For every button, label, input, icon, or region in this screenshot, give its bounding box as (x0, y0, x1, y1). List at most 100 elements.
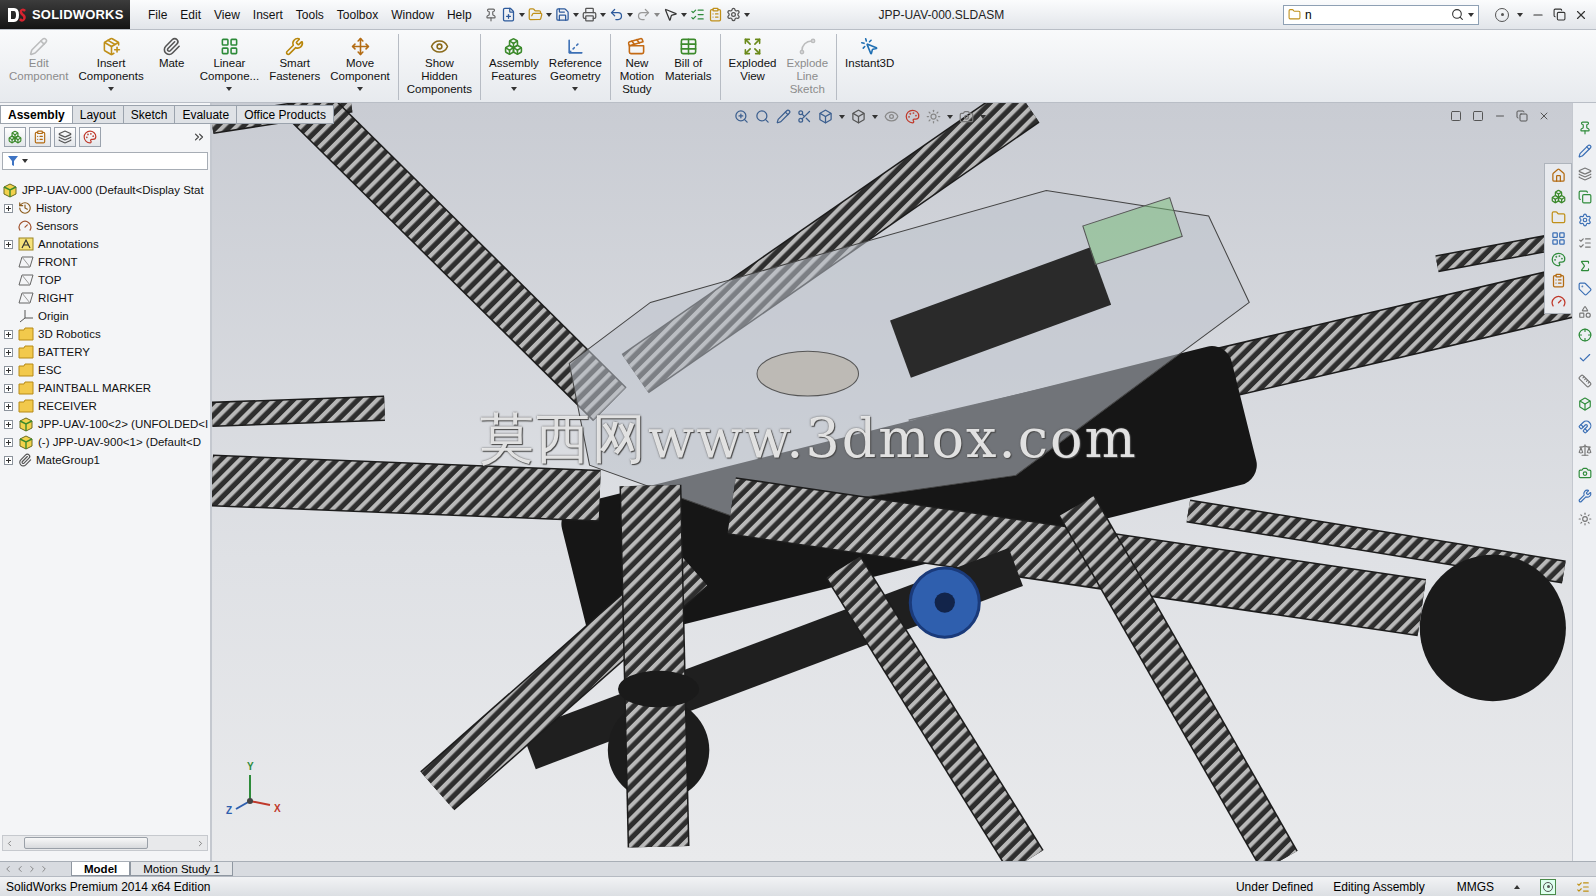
command-tab[interactable]: Evaluate (174, 105, 237, 124)
expand-toggle[interactable] (4, 366, 13, 375)
expand-toggle[interactable] (4, 330, 13, 339)
tree-item[interactable]: PAINTBALL MARKER (0, 379, 210, 397)
print-icon[interactable] (582, 7, 597, 22)
expand-toggle[interactable] (4, 402, 13, 411)
filter-icon[interactable] (7, 155, 19, 167)
side-tool-icon[interactable] (1578, 144, 1592, 158)
side-tool-icon[interactable] (1578, 466, 1592, 480)
resources-icon[interactable] (1551, 168, 1566, 183)
menu-item[interactable]: Insert (247, 5, 289, 25)
last-tab-icon[interactable] (39, 864, 49, 874)
side-tool-icon[interactable] (1578, 167, 1592, 181)
appearances-icon[interactable] (1551, 252, 1566, 267)
menu-item[interactable]: File (142, 5, 173, 25)
units-caret[interactable] (1514, 885, 1520, 889)
side-tool-icon[interactable] (1578, 328, 1592, 342)
command-tab[interactable]: Layout (72, 105, 124, 124)
display-style-icon[interactable] (851, 109, 866, 124)
side-tool-icon[interactable] (1578, 121, 1592, 135)
tree-item[interactable]: BATTERY (0, 343, 210, 361)
panel-tab[interactable] (29, 127, 51, 147)
graphics-area[interactable]: 莫西网www.3dmox.comYZX (212, 103, 1572, 861)
options-icon[interactable] (726, 7, 741, 22)
side-tool-icon[interactable] (1578, 443, 1592, 457)
tree-item[interactable]: (-) JPP-UAV-900<1> (Default<D (0, 433, 210, 451)
panel-tab[interactable] (54, 127, 76, 147)
side-tool-icon[interactable] (1578, 259, 1592, 273)
tree-item[interactable]: RECEIVER (0, 397, 210, 415)
ribbon-button[interactable]: ExplodedView (724, 34, 782, 84)
tree-item[interactable]: JPP-UAV-000 (Default<Display Stat (0, 181, 210, 199)
tree-item[interactable]: TOP (0, 271, 210, 289)
search-box[interactable]: n (1283, 5, 1479, 25)
ribbon-button[interactable]: EditComponent (4, 34, 73, 84)
view-settings-icon[interactable] (959, 109, 974, 124)
expand-toggle[interactable] (4, 240, 13, 249)
tree-item[interactable]: ESC (0, 361, 210, 379)
zoom-to-fit-icon[interactable] (734, 109, 749, 124)
select-icon[interactable] (663, 7, 678, 22)
minimize-icon[interactable] (1531, 8, 1545, 22)
split-view-icon[interactable] (1472, 110, 1484, 122)
dropdown-caret[interactable] (511, 87, 517, 91)
scroll-thumb[interactable] (24, 837, 148, 849)
app-logo[interactable]: SOLIDWORKS (0, 0, 130, 29)
menu-item[interactable]: View (208, 5, 246, 25)
zoom-area-icon[interactable] (755, 109, 770, 124)
dropdown-caret[interactable] (1468, 13, 1474, 17)
command-tab[interactable]: Office Products (236, 105, 334, 124)
ribbon-button[interactable]: Mate (149, 34, 195, 71)
expand-toggle[interactable] (4, 438, 13, 447)
ribbon-button[interactable]: AssemblyFeatures (484, 34, 544, 92)
side-tool-icon[interactable] (1578, 351, 1592, 365)
bottom-tab[interactable]: Model (71, 862, 130, 876)
expand-toggle[interactable] (4, 384, 13, 393)
dropdown-caret[interactable] (947, 115, 953, 119)
tree-item[interactable]: Annotations (0, 235, 210, 253)
ribbon-button[interactable]: ReferenceGeometry (544, 34, 607, 92)
dropdown-caret[interactable] (654, 13, 660, 17)
rebuild-status-icon[interactable] (1576, 880, 1590, 894)
bottom-tab[interactable]: Motion Study 1 (130, 862, 233, 876)
side-tool-icon[interactable] (1578, 489, 1592, 503)
dropdown-caret[interactable] (573, 13, 579, 17)
dropdown-caret[interactable] (1517, 13, 1523, 17)
file-properties-icon[interactable] (708, 7, 723, 22)
ribbon-button[interactable]: Bill ofMaterials (660, 34, 717, 84)
pin-icon[interactable] (484, 8, 498, 22)
dropdown-caret[interactable] (872, 115, 878, 119)
side-tool-icon[interactable] (1578, 213, 1592, 227)
tree-item[interactable]: MateGroup1 (0, 451, 210, 469)
previous-view-icon[interactable] (776, 109, 791, 124)
hide-show-icon[interactable] (884, 109, 899, 124)
menu-item[interactable]: Window (385, 5, 440, 25)
scroll-right-icon[interactable] (196, 839, 205, 848)
dropdown-caret[interactable] (627, 13, 633, 17)
ribbon-button[interactable]: Instant3D (840, 34, 899, 71)
split-view-icon[interactable] (1450, 110, 1462, 122)
side-tool-icon[interactable] (1578, 190, 1592, 204)
more-icon[interactable] (192, 130, 206, 144)
redo-icon[interactable] (636, 7, 651, 22)
appearance-icon[interactable] (905, 109, 920, 124)
dropdown-caret[interactable] (357, 87, 363, 91)
horizontal-scrollbar[interactable] (2, 835, 208, 851)
search-value[interactable]: n (1305, 8, 1447, 22)
first-tab-icon[interactable] (3, 864, 13, 874)
dropdown-caret[interactable] (572, 87, 578, 91)
side-tool-icon[interactable] (1578, 512, 1592, 526)
dropdown-caret[interactable] (22, 159, 28, 163)
dropdown-caret[interactable] (681, 13, 687, 17)
command-tab[interactable]: Assembly (0, 105, 73, 124)
ribbon-button[interactable]: SmartFasteners (264, 34, 325, 84)
ribbon-button[interactable]: LinearCompone... (195, 34, 264, 92)
ribbon-button[interactable]: MoveComponent (325, 34, 394, 92)
search-icon[interactable] (1451, 8, 1464, 21)
scene-icon[interactable] (926, 109, 941, 124)
ribbon-button[interactable]: NewMotionStudy (614, 34, 660, 97)
dropdown-caret[interactable] (980, 115, 986, 119)
expand-toggle[interactable] (4, 456, 13, 465)
tree-item[interactable]: History (0, 199, 210, 217)
solidworks-forum-icon[interactable] (1551, 294, 1566, 309)
dropdown-caret[interactable] (519, 13, 525, 17)
